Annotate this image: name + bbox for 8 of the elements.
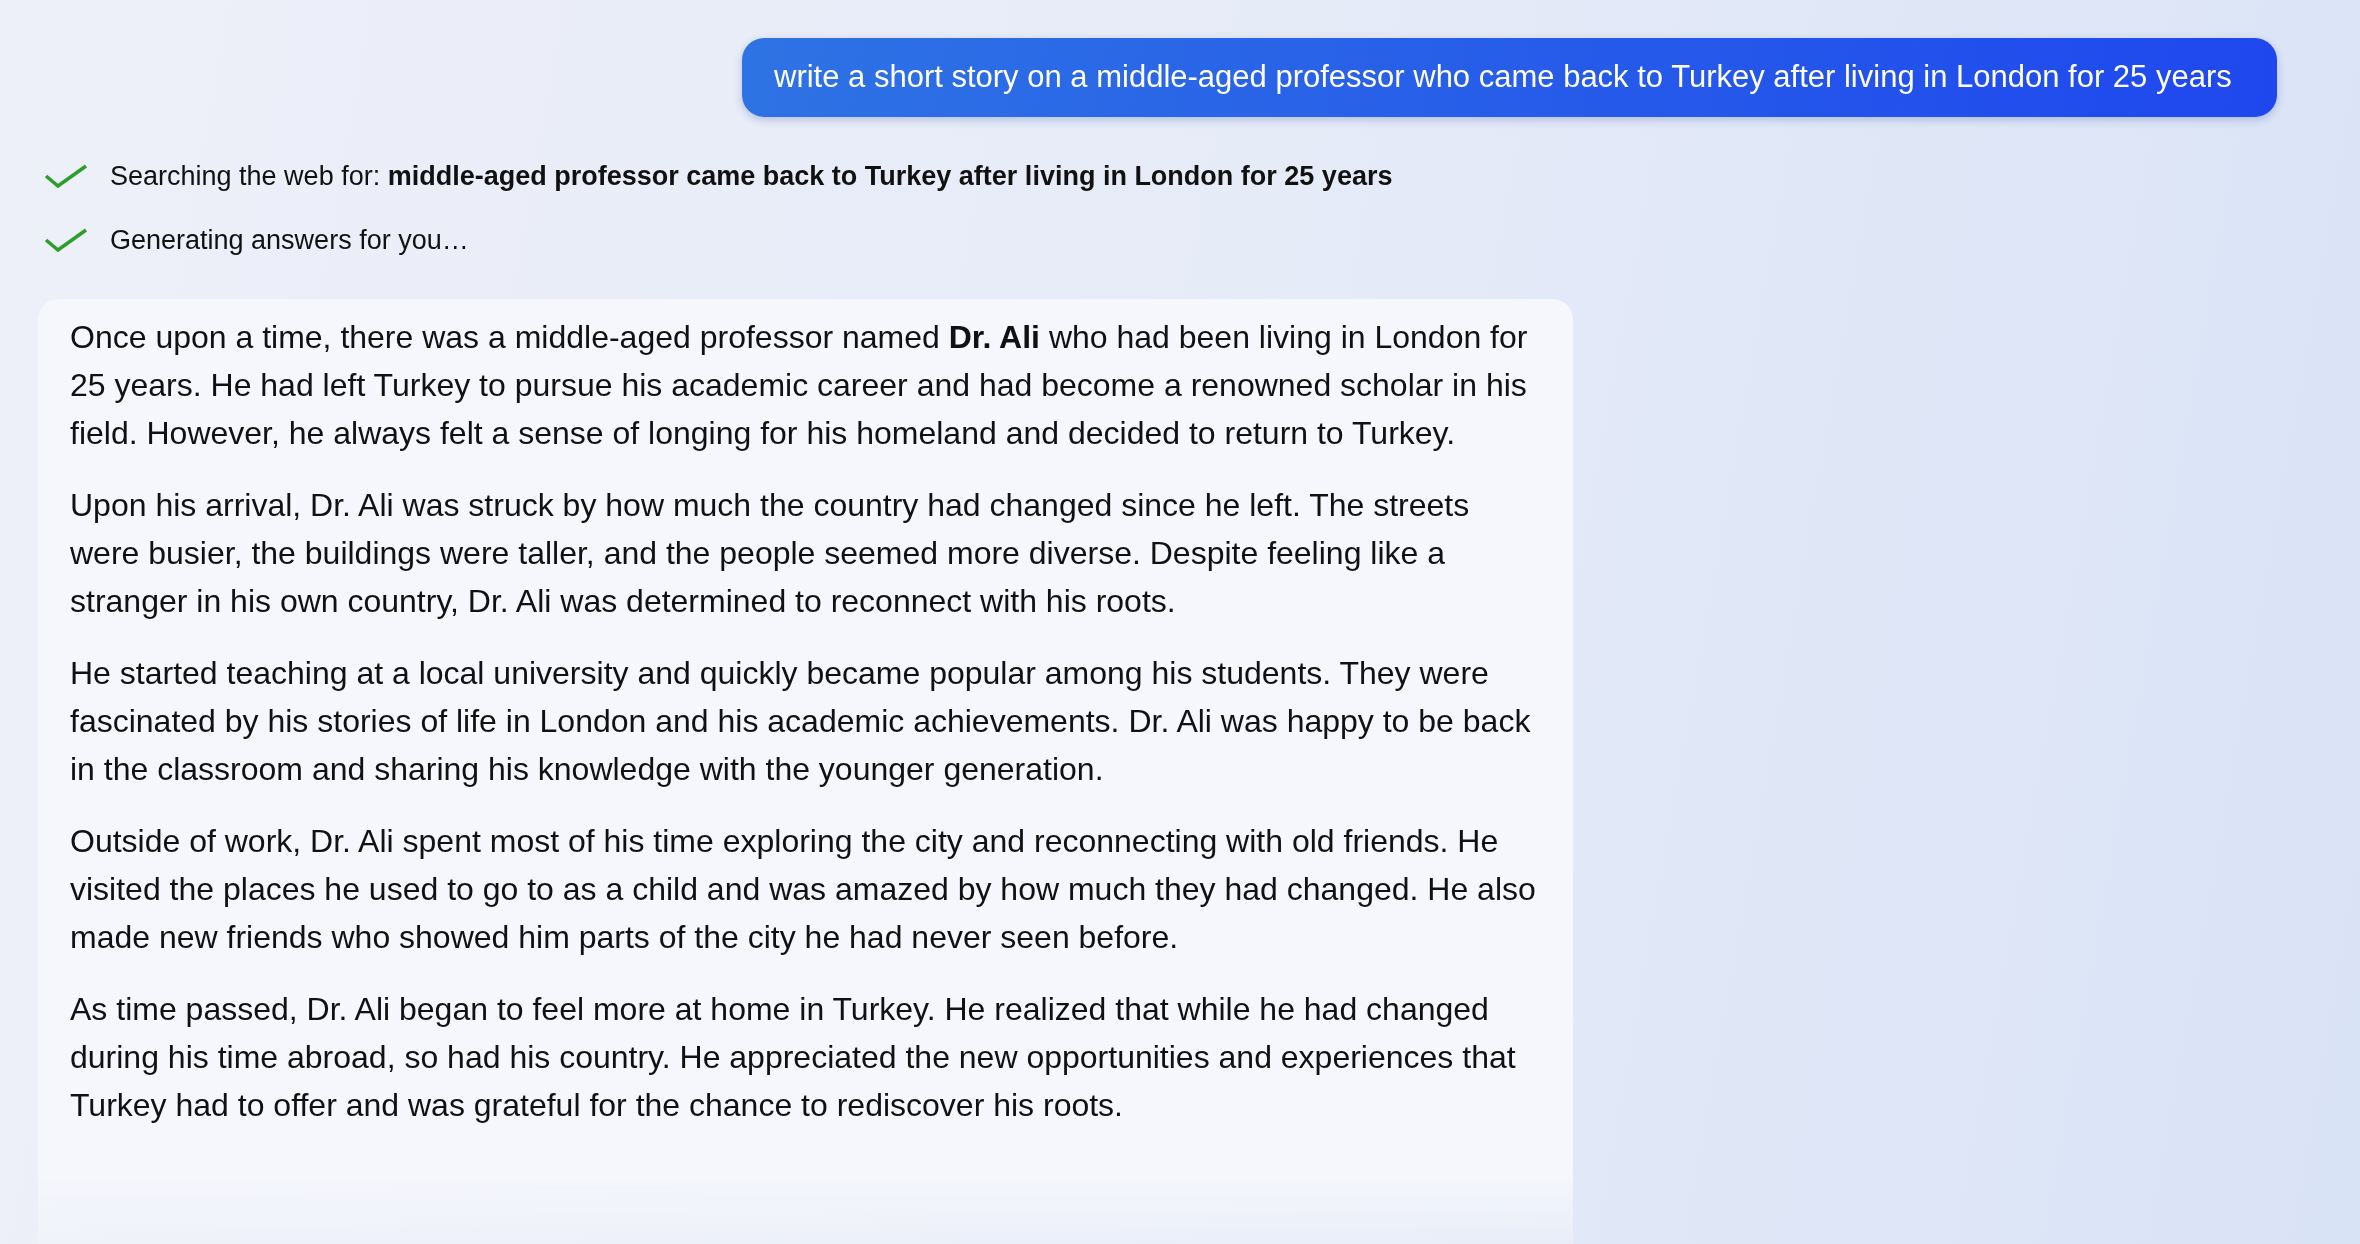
answer-paragraph: Outside of work, Dr. Ali spent most of his time exploring the city and reconnecting with old friends. He visited the places he used to go to as a child and was amazed by how much they had changed. He also made new friends who showed him parts of the city he had never seen before.	[70, 822, 1537, 957]
user-message: write a short story on a middle-aged professor who came back to Turkey after living in London for 25 years	[742, 38, 2277, 117]
answer-paragraph: As time passed, Dr. Ali began to feel more at home in Turkey. He realized that while he had changed during his time abroad, so had his country. He appreciated the new opportunities and experiences that Turkey had to offer and was grateful for the chance to rediscover his roots.	[70, 990, 1517, 1125]
answer-paragraph: Upon his arrival, Dr. Ali was struck by how much the country had changed since he left. The streets were busier, the buildings were taller, and the people seemed more diverse. Despite feeling like a stranger in his own country, Dr. Ali was determined to reconnect with his roots.	[70, 486, 1471, 621]
answer-paragraph: Once upon a time, there was a middle-aged professor named Dr. Ali who had been living in London for 25 years. He had left Turkey to pursue his academic career and had become a renowned scholar in his field. However, he always felt a sense of longing for his homeland and decided to return to Turkey.	[70, 318, 1529, 453]
status-text: Generating answers for you…	[110, 224, 469, 256]
status-text: Searching the web for: middle-aged professor came back to Turkey after living in London for 25 years	[110, 160, 1393, 192]
answer-paragraph: He started teaching at a local university and quickly became popular among his students. They were fascinated by his stories of life in London and his academic achievements. Dr. Ali was happy to be back in the classroom and sharing his knowledge with the younger generation.	[70, 654, 1532, 789]
